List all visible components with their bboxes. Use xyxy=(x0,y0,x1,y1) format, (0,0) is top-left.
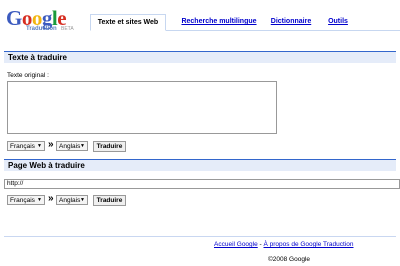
tab-dictionary[interactable]: Dictionnaire xyxy=(268,14,314,29)
web-source-language-value: Français xyxy=(10,197,35,204)
google-logo[interactable]: Google Traduction BETA xyxy=(6,8,88,33)
source-language-select[interactable]: Français ▼ xyxy=(7,141,45,151)
logo-subtitle: Traduction xyxy=(26,26,57,32)
tab-bar: Texte et sites Web Recherche multilingue… xyxy=(90,14,400,31)
dropdown-arrow-icon: ▼ xyxy=(80,197,85,203)
tab-text-and-websites[interactable]: Texte et sites Web xyxy=(90,14,166,31)
about-link[interactable]: À propos de Google Traduction xyxy=(264,241,354,248)
translate-webpage-button[interactable]: Traduire xyxy=(93,195,126,206)
target-language-value: Anglais xyxy=(59,143,81,150)
home-link[interactable]: Accueil Google xyxy=(214,241,258,248)
web-direction-arrow-icon: » xyxy=(48,193,54,204)
section-title-webpage: Page Web à traduire xyxy=(4,159,396,171)
dropdown-arrow-icon: ▼ xyxy=(80,143,85,149)
direction-arrow-icon: » xyxy=(48,139,54,150)
original-text-input[interactable] xyxy=(7,81,277,134)
web-target-language-select[interactable]: Anglais ▼ xyxy=(56,195,88,205)
web-source-language-select[interactable]: Français ▼ xyxy=(7,195,45,205)
dropdown-arrow-icon: ▼ xyxy=(37,143,42,149)
translate-text-button[interactable]: Traduire xyxy=(93,141,126,152)
dropdown-arrow-icon: ▼ xyxy=(37,197,42,203)
original-text-label: Texte original : xyxy=(7,72,49,79)
copyright: ©2008 Google xyxy=(268,256,311,263)
header: Google Traduction BETA Texte et sites We… xyxy=(0,0,400,32)
target-language-select[interactable]: Anglais ▼ xyxy=(56,141,88,151)
footer-divider xyxy=(4,236,396,237)
tab-tools[interactable]: Outils xyxy=(324,14,352,29)
tab-multilingual-search[interactable]: Recherche multilingue xyxy=(176,14,262,29)
source-language-value: Français xyxy=(10,143,35,150)
web-target-language-value: Anglais xyxy=(59,197,81,204)
section-title-text: Texte à traduire xyxy=(4,51,396,63)
footer-links: Accueil Google - À propos de Google Trad… xyxy=(214,241,354,248)
url-input[interactable]: http:// xyxy=(4,179,400,189)
logo-beta: BETA xyxy=(61,26,74,32)
